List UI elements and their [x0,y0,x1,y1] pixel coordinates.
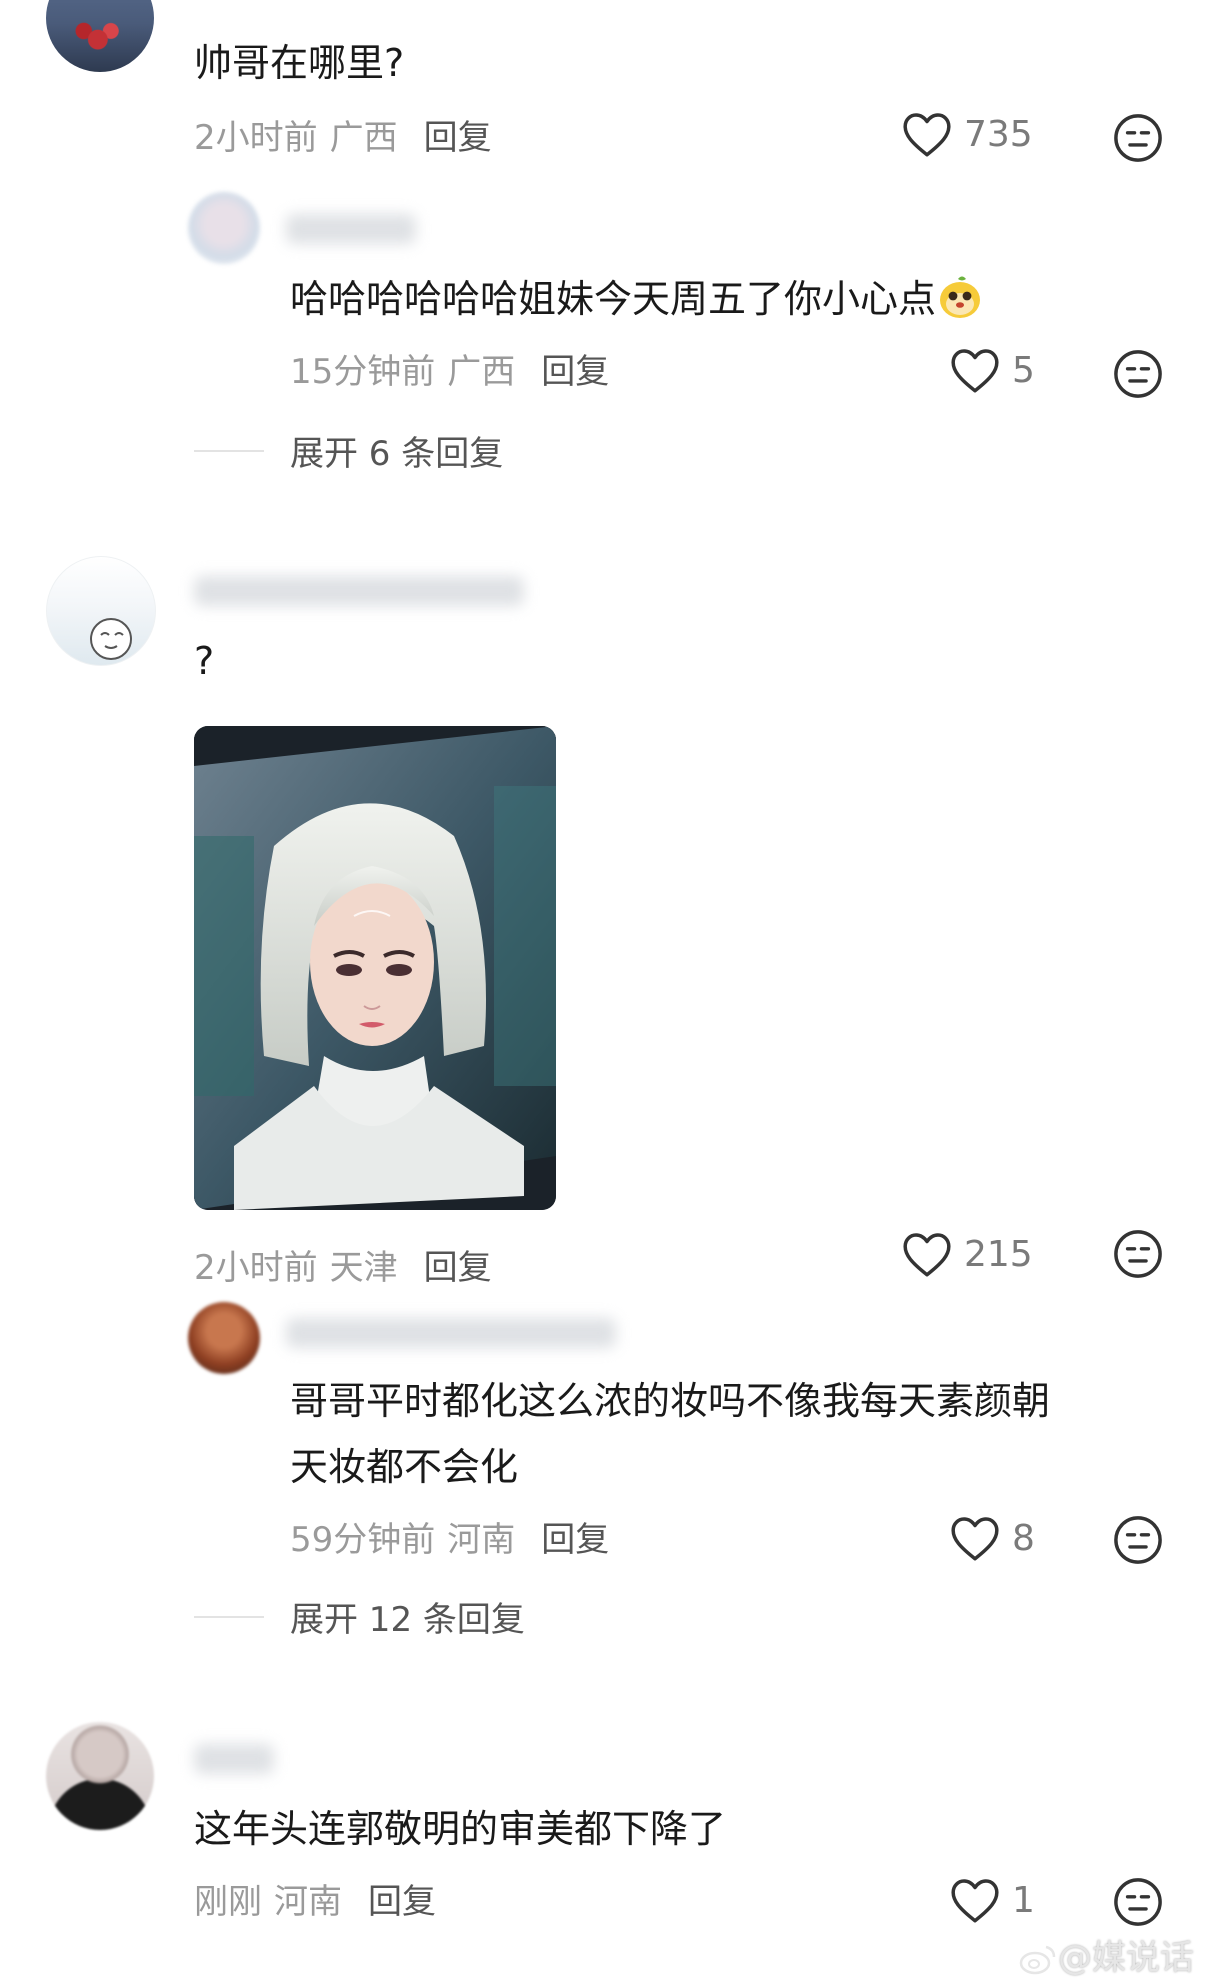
reply-avatar[interactable] [188,1302,260,1374]
portrait-photo [194,726,556,1210]
heart-outline-icon [951,349,999,393]
heart-outline-icon [903,113,951,157]
expand-divider [194,1616,264,1618]
comment-meta: 2小时前 广西 回复 [194,110,492,159]
avatar[interactable] [46,1722,154,1830]
comment-time: 刚刚 [194,1882,262,1922]
like-count: 8 [1012,1517,1035,1559]
neutral-face-icon [1114,1516,1162,1564]
reply-text-line: 哥哥平时都化这么浓的妆吗不像我每天素颜朝 [290,1379,1051,1423]
comment-time: 2小时前 [194,118,318,158]
reply-button[interactable]: 回复 [541,1520,609,1560]
expand-replies-button[interactable]: 展开 12 条回复 [290,1592,525,1641]
comment-text: ? [194,639,215,683]
comment-image[interactable] [194,726,556,1210]
reply-meta: 15分钟前 广西 回复 [290,344,609,393]
reply-time: 15分钟前 [290,352,436,392]
heart-outline-icon [951,1879,999,1923]
comment-location: 广西 [329,118,398,158]
comment-text: 帅哥在哪里? [194,41,405,85]
username-blurred [194,1744,274,1774]
like-count: 215 [964,1233,1033,1275]
neutral-face-icon [1114,114,1162,162]
comment-meta: 刚刚 河南 回复 [194,1874,436,1923]
like-button[interactable]: 735 [900,110,1033,158]
like-count: 1 [1012,1879,1035,1921]
heart-outline-icon [903,1233,951,1277]
comment-location: 河南 [274,1882,342,1922]
comment-meta: 2小时前 天津 回复 [194,1240,492,1289]
reply-location: 广西 [447,352,516,392]
reply-button[interactable]: 回复 [424,118,492,158]
weibo-logo-icon [1019,1945,1056,1975]
mascot-emoji-icon [940,276,981,318]
expand-divider [194,450,264,452]
reply-location: 河南 [447,1520,516,1560]
reply-username-blurred [286,1318,616,1348]
expand-replies-button[interactable]: 展开 6 条回复 [290,426,503,475]
like-count: 735 [964,113,1033,155]
like-button[interactable]: 1 [948,1876,1035,1924]
reply-username-blurred [286,214,416,244]
reply-button[interactable]: 回复 [424,1248,492,1288]
comment-location: 天津 [329,1248,398,1288]
avatar[interactable] [46,556,156,666]
reply-time: 59分钟前 [290,1520,436,1560]
like-button[interactable]: 215 [900,1230,1033,1278]
heart-outline-icon [951,1517,999,1561]
like-button[interactable]: 5 [948,346,1035,394]
neutral-face-icon [1114,350,1162,398]
username-blurred [194,576,524,606]
reply-meta: 59分钟前 河南 回复 [290,1512,609,1561]
like-button[interactable]: 8 [948,1514,1035,1562]
reply-button[interactable]: 回复 [368,1882,436,1922]
comment-text: 这年头连郭敬明的审美都下降了 [194,1807,727,1851]
reply-button[interactable]: 回复 [541,352,609,392]
watermark: @媒说话 [1018,1930,1194,1979]
neutral-face-icon [1114,1878,1162,1926]
reply-text-line: 天妆都不会化 [290,1445,519,1489]
reply-avatar[interactable] [188,192,260,264]
doodle-face-icon [90,618,132,660]
avatar[interactable] [46,0,154,72]
reply-text: 哈哈哈哈哈哈姐妹今天周五了你小心点 [290,266,984,332]
like-count: 5 [1012,349,1035,391]
comment-time: 2小时前 [194,1248,318,1288]
neutral-face-icon [1114,1230,1162,1278]
